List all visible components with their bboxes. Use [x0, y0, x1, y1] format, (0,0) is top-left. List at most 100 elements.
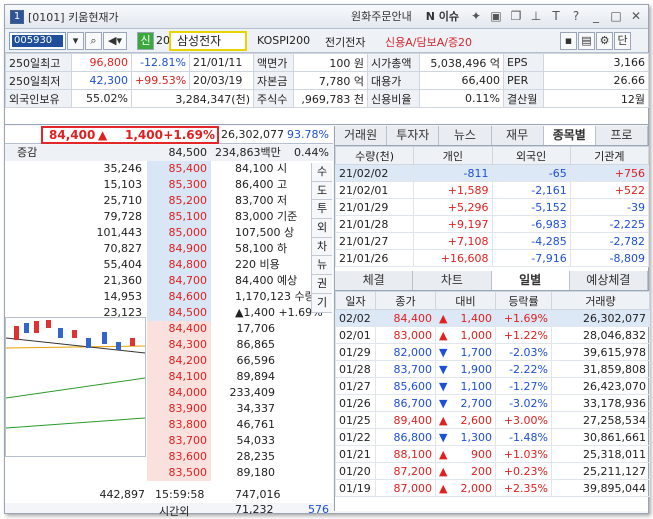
table-row[interactable]: 02/02 84,400 ▲ 1,400 +1.69% 26,302,077	[335, 309, 650, 327]
ask-row[interactable]: 101,443 85,000 107,500 상	[5, 225, 333, 241]
tab-0[interactable]: 거래원	[335, 126, 388, 145]
issue-button[interactable]: N 이슈	[421, 8, 464, 25]
volume-cell: 33,178,936	[551, 394, 650, 412]
date-cell: 02/02	[335, 309, 376, 327]
side-button[interactable]: 차	[312, 237, 332, 257]
investor-header: 수량(천) 개인 외국인 기관계	[334, 146, 650, 165]
tab-2[interactable]: 뉴스	[439, 126, 492, 145]
bid-price[interactable]: 83,500	[147, 465, 211, 481]
daily-tab-0[interactable]: 체결	[335, 271, 414, 290]
ask-row[interactable]: 21,360 84,700 84,400 예상	[5, 273, 333, 289]
search-icon[interactable]: ⌕	[85, 32, 102, 50]
sound-icon[interactable]: ◀▾	[103, 32, 127, 50]
ask-price[interactable]: 84,600	[147, 289, 211, 305]
ask-row[interactable]: 55,404 84,800 220 비용	[5, 257, 333, 273]
table-row[interactable]: 01/27 85,600 ▼ 1,100 -1.27% 26,423,070	[335, 377, 650, 395]
kiwoom-icon[interactable]: ✦	[468, 8, 484, 25]
save-icon[interactable]: ▪	[560, 32, 577, 50]
up-arrow-icon: ▲	[439, 464, 448, 478]
daily-tab-2[interactable]: 일별	[491, 271, 570, 290]
ask-price[interactable]: 84,900	[147, 241, 211, 257]
minimize-icon[interactable]: _	[588, 8, 604, 25]
single-button[interactable]: 단	[614, 32, 631, 50]
ask-price[interactable]: 85,300	[147, 177, 211, 193]
table-row[interactable]: 02/01 83,000 ▲ 1,000 +1.22% 28,046,832	[335, 326, 650, 344]
ask-price[interactable]: 85,100	[147, 209, 211, 225]
daily-tab-3[interactable]: 예상체결	[570, 271, 648, 290]
table-row[interactable]: 21/01/27 +7,108 -4,285 -2,782	[334, 232, 650, 250]
close-icon[interactable]: ✕	[628, 8, 644, 25]
column-header[interactable]: 수량(천)	[334, 146, 415, 165]
table-row[interactable]: 21/02/02 -811 -65 +756	[334, 164, 650, 182]
rate-cell: -1.27%	[495, 377, 552, 395]
order-guide-button[interactable]: 원화주문안내	[346, 8, 417, 25]
stock-name[interactable]: 삼성전자	[169, 31, 247, 51]
ask-price[interactable]: 84,700	[147, 273, 211, 289]
bid-price[interactable]: 83,800	[147, 417, 211, 433]
side-button[interactable]: 외	[312, 219, 332, 238]
table-row[interactable]: 21/01/29 +5,296 -5,152 -39	[334, 198, 650, 216]
gear-icon[interactable]: ⚙	[596, 32, 613, 50]
table-row[interactable]: 01/25 89,400 ▲ 2,600 +3.00% 27,258,534	[335, 411, 650, 429]
bid-price[interactable]: 84,100	[147, 369, 211, 385]
table-row[interactable]: 21/01/26 +16,608 -7,916 -8,809	[334, 249, 650, 267]
ask-price[interactable]: 84,800	[147, 257, 211, 273]
tab-5[interactable]: 프로	[596, 126, 649, 145]
panel-icon[interactable]: ▤	[578, 32, 595, 50]
ask-row[interactable]: 35,246 85,400 84,100 시	[5, 161, 333, 177]
ask-row[interactable]: 15,103 85,300 86,400 고	[5, 177, 333, 193]
table-row[interactable]: 21/02/01 +1,589 -2,161 +522	[334, 181, 650, 199]
ask-row[interactable]: 70,827 84,900 58,100 하	[5, 241, 333, 257]
total-volume: 26,302,077	[221, 128, 284, 141]
table-row[interactable]: 21/01/28 +9,197 -6,983 -2,225	[334, 215, 650, 233]
ask-row[interactable]: 14,953 84,600 1,170,123 수량	[5, 289, 333, 305]
change-cell: ▲ 1,000	[435, 326, 496, 344]
table-row[interactable]: 01/26 86,700 ▼ 2,700 -3.02% 33,178,936	[335, 394, 650, 412]
close-cell: 89,400	[375, 411, 436, 429]
side-button[interactable]: 기	[312, 293, 332, 313]
table-row[interactable]: 01/19 87,000 ▲ 2,000 +2.35% 39,895,044	[335, 479, 650, 497]
help-icon[interactable]: ?	[568, 8, 584, 25]
stock-code-input[interactable]: 005930	[9, 32, 66, 50]
table-row[interactable]: 01/21 88,100 ▲ 900 +1.03% 25,318,011	[335, 445, 650, 463]
ask-price[interactable]: 84,500	[147, 305, 211, 321]
tab-1[interactable]: 투자자	[387, 126, 440, 145]
ask-price[interactable]: 85,400	[147, 161, 211, 177]
mini-candle-chart[interactable]	[5, 317, 146, 457]
change-value: 1,900	[460, 362, 493, 376]
bid-price[interactable]: 83,600	[147, 449, 211, 465]
order-book: 증감 84,500 234,863백만 0.44% 35,246 85,400 84…	[5, 145, 333, 518]
maximize-icon[interactable]: □	[608, 8, 624, 25]
date-cell: 01/22	[335, 428, 376, 446]
bid-price[interactable]: 84,400	[147, 321, 211, 337]
pin-icon[interactable]: ⊥	[528, 8, 544, 25]
ask-price[interactable]: 85,200	[147, 193, 211, 209]
bid-row[interactable]: 83,500 89,180	[5, 465, 333, 481]
font-icon[interactable]: T	[548, 8, 564, 25]
ask-price[interactable]: 85,000	[147, 225, 211, 241]
table-row[interactable]: 01/28 83,700 ▼ 1,900 -2.22% 31,859,808	[335, 360, 650, 378]
side-button[interactable]: 도	[312, 181, 332, 201]
tab-3[interactable]: 재무	[492, 126, 544, 145]
side-button[interactable]: 뉴	[312, 256, 332, 276]
copy-icon[interactable]: ❐	[508, 8, 524, 25]
table-row[interactable]: 01/22 86,800 ▼ 1,300 -1.48% 30,861,661	[335, 428, 650, 446]
side-button[interactable]: 투	[312, 200, 332, 220]
table-row[interactable]: 01/29 82,000 ▼ 1,700 -2.03% 39,615,978	[335, 343, 650, 361]
tab-4[interactable]: 종목별	[543, 126, 596, 145]
side-button[interactable]: 수	[312, 163, 332, 182]
ask-row[interactable]: 25,710 85,200 83,700 저	[5, 193, 333, 209]
table-row[interactable]: 01/20 87,200 ▲ 200 +0.23% 25,211,127	[335, 462, 650, 480]
bid-price[interactable]: 84,000	[147, 385, 211, 401]
bid-volume: 54,033	[236, 434, 276, 447]
daily-tab-1[interactable]: 차트	[413, 271, 492, 290]
dropdown-icon[interactable]: ▾	[67, 32, 84, 50]
side-button[interactable]: 권	[312, 275, 332, 294]
ask-row[interactable]: 79,728 85,100 83,000 기준	[5, 209, 333, 225]
bid-price[interactable]: 84,200	[147, 353, 211, 369]
bid-price[interactable]: 83,700	[147, 433, 211, 449]
layout-icon[interactable]: ▣	[488, 8, 504, 25]
bid-price[interactable]: 84,300	[147, 337, 211, 353]
bid-price[interactable]: 83,900	[147, 401, 211, 417]
up-arrow-icon: ▲	[98, 128, 108, 142]
